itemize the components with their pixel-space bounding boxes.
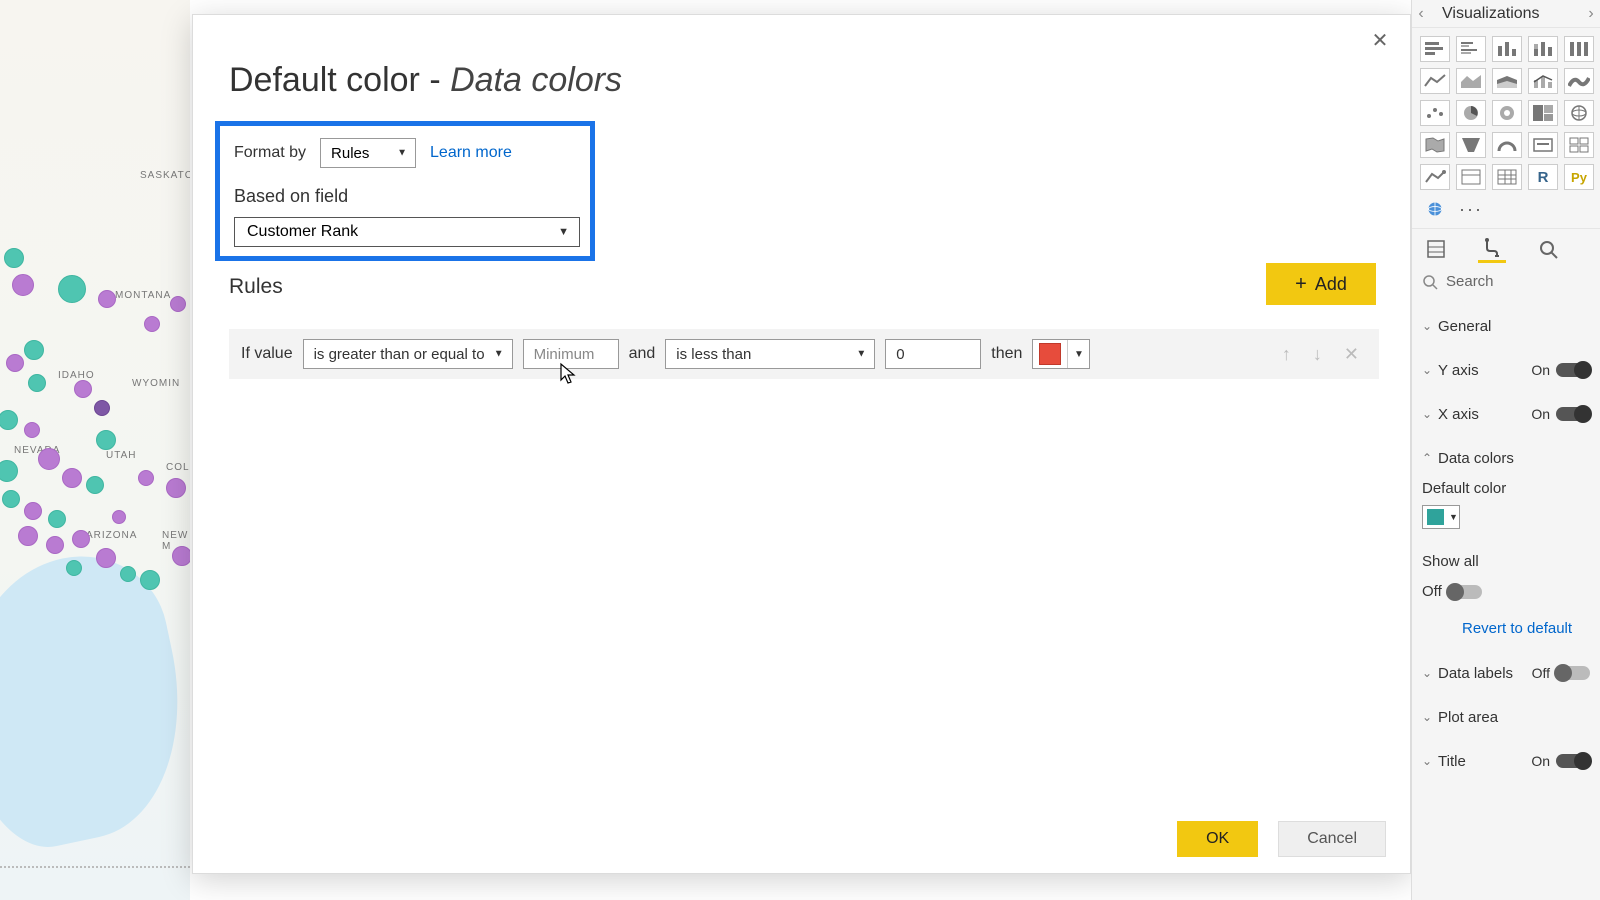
viz-line-icon[interactable] (1420, 68, 1450, 94)
dialog-title: Default color - Data colors (229, 61, 622, 100)
plus-icon: + (1295, 273, 1307, 296)
viz-gauge-icon[interactable] (1492, 132, 1522, 158)
revert-to-default-link[interactable]: Revert to default (1422, 606, 1590, 651)
title-toggle[interactable] (1556, 754, 1590, 768)
viz-kpi-icon[interactable] (1420, 164, 1450, 190)
rule-color-swatch (1039, 343, 1061, 365)
format-show-all[interactable]: Show all (1422, 539, 1590, 583)
default-color-swatch (1427, 509, 1444, 525)
search-icon (1422, 274, 1438, 290)
map-label-coloc: COLO (166, 462, 190, 473)
viz-filled-map-icon[interactable] (1420, 132, 1450, 158)
map-label-arizona: ARIZONA (86, 530, 137, 541)
analytics-tab-icon[interactable] (1534, 235, 1562, 263)
cancel-button[interactable]: Cancel (1278, 821, 1386, 857)
viz-more-icon[interactable]: ··· (1456, 196, 1486, 222)
viz-slicer-icon[interactable] (1456, 164, 1486, 190)
search-row[interactable]: Search (1412, 267, 1600, 300)
viz-panel-header: ‹ Visualizations › (1412, 0, 1600, 28)
viz-r-icon[interactable]: R (1528, 164, 1558, 190)
rule-color-picker[interactable]: ▼ (1032, 339, 1090, 369)
show-all-off-label: Off (1422, 583, 1442, 600)
fields-tab-icon[interactable] (1422, 235, 1450, 263)
close-icon: ✕ (1372, 30, 1389, 52)
default-color-picker[interactable]: ▼ (1422, 505, 1460, 529)
rule-value-2-input[interactable]: 0 (885, 339, 981, 369)
viz-stacked-bar-icon[interactable] (1420, 36, 1450, 62)
ok-button[interactable]: OK (1177, 821, 1258, 857)
viz-area-icon[interactable] (1456, 68, 1486, 94)
x-axis-toggle[interactable] (1556, 407, 1590, 421)
viz-map-icon[interactable] (1564, 100, 1594, 126)
viz-pie-icon[interactable] (1456, 100, 1486, 126)
map-water (0, 540, 190, 860)
map-label-wyoming: WYOMIN (132, 378, 180, 389)
format-data-colors[interactable]: ⌃Data colors (1422, 436, 1590, 480)
search-label: Search (1446, 273, 1494, 290)
panel-nav-left-icon[interactable]: ‹ (1411, 0, 1431, 28)
format-data-labels[interactable]: ⌄Data labels Off (1422, 651, 1590, 695)
add-rule-button[interactable]: + Add (1266, 263, 1376, 305)
rule-move-up-icon[interactable]: ↑ (1282, 344, 1291, 365)
viz-clustered-bar-icon[interactable] (1456, 36, 1486, 62)
map-background: SASKATCH MONTANA IDAHO WYOMIN NEVADA UTA… (0, 0, 190, 900)
visualizations-panel: ‹ Visualizations › R Py (1411, 0, 1600, 900)
viz-arcgis-icon[interactable] (1420, 196, 1450, 222)
rule-move-down-icon[interactable]: ↓ (1313, 344, 1322, 365)
map-label-utah: UTAH (106, 450, 136, 461)
viz-stacked-area-icon[interactable] (1492, 68, 1522, 94)
chevron-down-icon: ▼ (1448, 512, 1459, 522)
add-label: Add (1315, 274, 1347, 295)
viz-python-icon[interactable]: Py (1564, 164, 1594, 190)
viz-100stacked-icon[interactable] (1564, 36, 1594, 62)
map-label-idaho: IDAHO (58, 370, 95, 381)
viz-stacked-column-icon[interactable] (1528, 36, 1558, 62)
close-button[interactable]: ✕ (1368, 29, 1392, 53)
then-label: then (991, 345, 1022, 363)
default-color-label: Default color (1422, 480, 1590, 497)
format-title[interactable]: ⌄Title On (1422, 739, 1590, 783)
viz-panel-title: Visualizations (1442, 5, 1540, 23)
y-axis-toggle[interactable] (1556, 363, 1590, 377)
viz-scatter-icon[interactable] (1420, 100, 1450, 126)
format-by-label: Format by (234, 144, 306, 162)
show-all-toggle[interactable] (1448, 585, 1482, 599)
viz-combo-icon[interactable] (1528, 68, 1558, 94)
format-general[interactable]: ⌄General (1422, 304, 1590, 348)
if-value-label: If value (241, 345, 293, 363)
viz-gallery: R Py ··· (1412, 28, 1600, 228)
panel-nav-right-icon[interactable]: › (1581, 0, 1600, 28)
viz-multicard-icon[interactable] (1564, 132, 1594, 158)
map-label-montana: MONTANA (115, 290, 171, 301)
rule-delete-icon[interactable]: ✕ (1344, 344, 1359, 365)
based-on-field-select[interactable]: Customer Rank (234, 217, 580, 247)
format-plot-area[interactable]: ⌄Plot area (1422, 695, 1590, 739)
and-label: and (629, 345, 656, 363)
format-config-highlight: Format by Rules Learn more Based on fiel… (215, 121, 595, 261)
chevron-down-icon: ▼ (1067, 340, 1089, 368)
rule-value-1-input[interactable]: Minimum (523, 339, 619, 369)
learn-more-link[interactable]: Learn more (430, 144, 512, 162)
viz-donut-icon[interactable] (1492, 100, 1522, 126)
viz-funnel-icon[interactable] (1456, 132, 1486, 158)
rules-heading: Rules (229, 275, 283, 299)
based-on-field-label: Based on field (234, 186, 576, 207)
viz-table-icon[interactable] (1492, 164, 1522, 190)
data-colors-dialog: ✕ Default color - Data colors Format by … (192, 14, 1411, 874)
map-label-saskatch: SASKATCH (140, 170, 190, 181)
rule-row: If value is greater than or equal to Min… (229, 329, 1379, 379)
format-tab-icon[interactable] (1478, 235, 1506, 263)
rule-operator-1-select[interactable]: is greater than or equal to (303, 339, 513, 369)
format-x-axis[interactable]: ⌄X axis On (1422, 392, 1590, 436)
format-tools-row (1412, 228, 1600, 267)
format-by-select[interactable]: Rules (320, 138, 416, 168)
viz-treemap-icon[interactable] (1528, 100, 1558, 126)
viz-card-icon[interactable] (1528, 132, 1558, 158)
rule-operator-2-select[interactable]: is less than (665, 339, 875, 369)
data-labels-toggle[interactable] (1556, 666, 1590, 680)
viz-ribbon-icon[interactable] (1564, 68, 1594, 94)
format-y-axis[interactable]: ⌄Y axis On (1422, 348, 1590, 392)
viz-column-icon[interactable] (1492, 36, 1522, 62)
